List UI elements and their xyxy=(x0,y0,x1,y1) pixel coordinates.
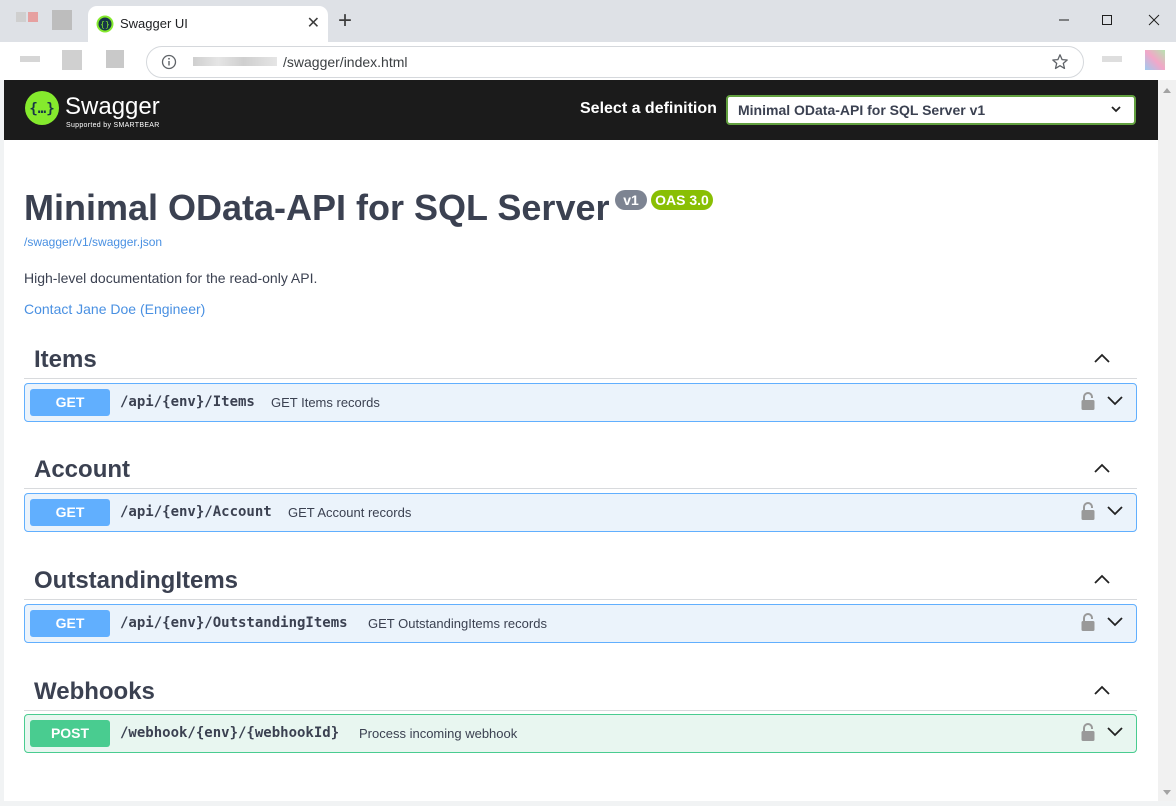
logo-text: Swagger xyxy=(65,93,160,120)
operation-summary: GET Items records xyxy=(271,395,380,410)
spec-url-link[interactable]: /swagger/v1/swagger.json xyxy=(24,235,162,249)
svg-text:{…}: {…} xyxy=(29,101,54,117)
blurred-icon xyxy=(28,12,38,22)
browser-tabstrip: {} Swagger UI ✕ + xyxy=(0,0,1176,42)
tag-section-outstandingitems[interactable]: OutstandingItems xyxy=(24,559,1137,600)
minimize-icon[interactable] xyxy=(1054,10,1074,30)
definition-select[interactable]: Minimal OData-API for SQL Server v1 xyxy=(726,95,1136,125)
definition-select-label: Select a definition xyxy=(580,100,717,117)
oas-badge: OAS 3.0 xyxy=(651,190,713,210)
chevron-down-icon[interactable] xyxy=(1106,505,1124,517)
chevron-down-icon[interactable] xyxy=(1106,726,1124,738)
method-badge: GET xyxy=(30,499,110,526)
lock-icon[interactable] xyxy=(1080,612,1096,632)
maximize-icon[interactable] xyxy=(1097,10,1117,30)
close-window-icon[interactable] xyxy=(1144,10,1164,30)
bookmark-star-icon[interactable] xyxy=(1051,53,1069,71)
blurred-icon xyxy=(20,56,40,62)
url-path: /swagger/index.html xyxy=(283,54,408,70)
operation-get-account[interactable]: GET /api/{env}/Account GET Account recor… xyxy=(24,493,1137,532)
operation-summary: Process incoming webhook xyxy=(359,726,518,741)
chevron-up-icon[interactable] xyxy=(1093,352,1111,364)
tag-name: Items xyxy=(34,346,97,373)
swagger-favicon-icon: {} xyxy=(96,15,114,33)
blurred-icon xyxy=(62,50,82,70)
version-badge: v1 xyxy=(615,190,647,210)
operation-summary: GET OutstandingItems records xyxy=(368,616,547,631)
chevron-down-icon[interactable] xyxy=(1106,616,1124,628)
vertical-scrollbar[interactable] xyxy=(1158,80,1176,801)
swagger-logo-icon[interactable]: {…} xyxy=(24,90,60,126)
tag-name: Account xyxy=(34,456,130,483)
tag-section-items[interactable]: Items xyxy=(24,338,1137,379)
tab-title: Swagger UI xyxy=(120,16,188,31)
method-badge: POST xyxy=(30,720,110,747)
lock-icon[interactable] xyxy=(1080,722,1096,742)
contact-link[interactable]: Contact Jane Doe (Engineer) xyxy=(24,301,205,317)
chevron-down-icon[interactable] xyxy=(1106,395,1124,407)
chevron-up-icon[interactable] xyxy=(1093,573,1111,585)
page-viewport: {…} Swagger Supported by SMARTBEAR Selec… xyxy=(4,80,1158,801)
address-bar[interactable]: /swagger/index.html xyxy=(146,46,1084,78)
operation-path: /api/{env}/OutstandingItems xyxy=(120,615,348,631)
tag-section-account[interactable]: Account xyxy=(24,448,1137,489)
scroll-up-arrow-icon[interactable] xyxy=(1163,88,1171,93)
swagger-topbar: {…} Swagger Supported by SMARTBEAR Selec… xyxy=(4,80,1158,140)
method-badge: GET xyxy=(30,610,110,637)
method-badge: GET xyxy=(30,389,110,416)
scroll-down-arrow-icon[interactable] xyxy=(1163,790,1171,795)
svg-text:{}: {} xyxy=(100,20,110,29)
api-description: High-level documentation for the read-on… xyxy=(24,270,318,286)
lock-icon[interactable] xyxy=(1080,501,1096,521)
browser-tab-active[interactable]: {} Swagger UI ✕ xyxy=(88,6,328,42)
tab-close-icon[interactable]: ✕ xyxy=(307,16,320,32)
logo-subtext: Supported by SMARTBEAR xyxy=(66,122,160,129)
new-tab-icon[interactable]: + xyxy=(338,9,352,33)
blurred-icon xyxy=(106,50,124,68)
api-title: Minimal OData-API for SQL Server xyxy=(24,187,610,228)
operation-path: /webhook/{env}/{webhookId} xyxy=(120,725,340,741)
operation-post-webhook[interactable]: POST /webhook/{env}/{webhookId} Process … xyxy=(24,714,1137,753)
profile-avatar[interactable] xyxy=(1145,50,1165,70)
operation-get-items[interactable]: GET /api/{env}/Items GET Items records xyxy=(24,383,1137,422)
operation-summary: GET Account records xyxy=(288,505,412,520)
site-info-icon[interactable] xyxy=(161,54,177,70)
chevron-up-icon[interactable] xyxy=(1093,462,1111,474)
operation-path: /api/{env}/Account xyxy=(120,504,272,520)
operation-path: /api/{env}/Items xyxy=(120,394,255,410)
blurred-icon xyxy=(16,12,26,22)
chevron-up-icon[interactable] xyxy=(1093,684,1111,696)
browser-toolbar: /swagger/index.html xyxy=(0,42,1176,80)
blurred-icon xyxy=(1102,56,1122,62)
lock-icon[interactable] xyxy=(1080,391,1096,411)
tag-name: Webhooks xyxy=(34,678,155,705)
tag-section-webhooks[interactable]: Webhooks xyxy=(24,670,1137,711)
operation-get-outstandingitems[interactable]: GET /api/{env}/OutstandingItems GET Outs… xyxy=(24,604,1137,643)
tag-name: OutstandingItems xyxy=(34,567,239,594)
blurred-icon xyxy=(52,10,72,30)
definition-select-value: Minimal OData-API for SQL Server v1 xyxy=(738,102,986,118)
chevron-down-icon xyxy=(1111,106,1121,113)
url-host-redacted xyxy=(193,57,277,66)
